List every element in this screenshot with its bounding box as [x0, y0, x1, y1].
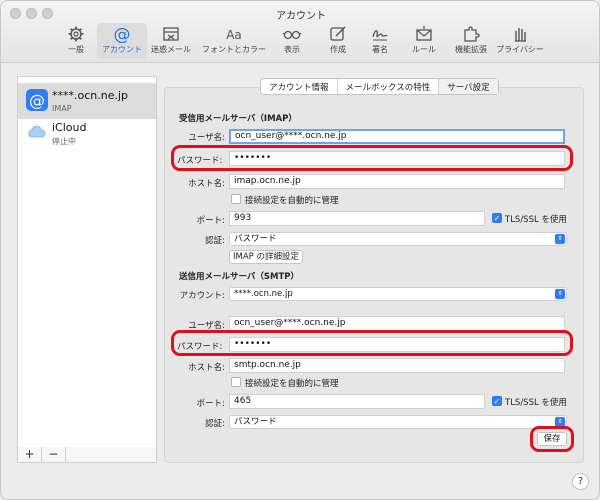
account-list-controls: + −: [17, 447, 157, 463]
outgoing-auth-select[interactable]: パスワード ⇕: [229, 415, 567, 429]
outgoing-port-label: ポート:: [196, 399, 225, 409]
incoming-auto-manage-checkbox[interactable]: [231, 194, 241, 204]
toolbar-signatures[interactable]: 署名: [365, 23, 395, 59]
outgoing-section-title: 送信用メールサーバ（SMTP）: [179, 272, 300, 282]
preferences-window: アカウント 一般 @ アカウント 迷惑メール Aa フォントとカラー 表示 作成…: [0, 0, 600, 500]
toolbar-label: フォントとカラー: [202, 45, 266, 54]
svg-text:Aa: Aa: [226, 28, 242, 42]
rules-icon: [416, 26, 432, 41]
toolbar-label: アカウント: [102, 45, 142, 54]
outgoing-auth-label: 認証:: [205, 419, 225, 429]
toolbar-composing[interactable]: 作成: [323, 23, 353, 59]
titlebar: アカウント 一般 @ アカウント 迷惑メール Aa フォントとカラー 表示 作成…: [1, 1, 599, 63]
incoming-port-label: ポート:: [196, 216, 225, 226]
cloud-icon: [26, 121, 48, 143]
toolbar-label: 機能拡張: [455, 45, 487, 54]
settings-tabs: アカウント情報 メールボックスの特性 サーバ設定: [260, 78, 499, 95]
imap-advanced-button[interactable]: IMAP の詳細設定: [229, 250, 303, 264]
incoming-section-title: 受信用メールサーバ（IMAP）: [179, 114, 297, 124]
at-sign-icon: @: [114, 25, 131, 43]
toolbar-privacy[interactable]: プライバシー: [495, 23, 545, 59]
incoming-host-field[interactable]: imap.ocn.ne.jp: [229, 174, 565, 189]
junk-mail-icon: [163, 27, 179, 41]
outgoing-password-highlight: [171, 330, 573, 356]
incoming-auth-value: パスワード: [234, 234, 277, 244]
toolbar-fonts-colors[interactable]: Aa フォントとカラー: [199, 23, 269, 59]
toolbar-label: プライバシー: [496, 45, 544, 54]
add-account-button[interactable]: +: [18, 447, 42, 462]
outgoing-account-value: ****.ocn.ne.jp: [234, 289, 293, 299]
account-item-ocn[interactable]: @ ****.ocn.ne.jp IMAP: [18, 83, 156, 119]
toolbar-viewing[interactable]: 表示: [277, 23, 307, 59]
incoming-auth-select[interactable]: パスワード ⇕: [229, 232, 567, 246]
toolbar-label: 作成: [330, 45, 346, 54]
account-name: ****.ocn.ne.jp: [52, 89, 129, 102]
toolbar-general[interactable]: 一般: [61, 23, 91, 59]
outgoing-auth-value: パスワード: [234, 417, 277, 427]
tab-account-info[interactable]: アカウント情報: [261, 79, 338, 94]
incoming-auto-manage-label: 接続設定を自動的に管理: [245, 196, 339, 206]
toolbar-label: 一般: [68, 45, 84, 54]
incoming-port-field[interactable]: 993: [229, 211, 485, 226]
toolbar-label: ルール: [412, 45, 436, 54]
svg-text:@: @: [114, 25, 131, 43]
extensions-icon: [464, 26, 480, 42]
toolbar-label: 表示: [284, 45, 300, 54]
window-title: アカウント: [276, 11, 326, 22]
chevron-updown-icon: ⇕: [555, 289, 565, 299]
toolbar-label: 迷惑メール: [151, 45, 191, 54]
tab-server-settings[interactable]: サーバ設定: [439, 79, 498, 94]
gear-icon: [68, 26, 84, 42]
toolbar-accounts[interactable]: @ アカウント: [97, 23, 147, 59]
outgoing-tls-checkbox[interactable]: ✓: [492, 396, 502, 406]
outgoing-account-select[interactable]: ****.ocn.ne.jp ⇕: [229, 287, 567, 301]
outgoing-host-label: ホスト名:: [188, 363, 225, 373]
toolbar-extensions[interactable]: 機能拡張: [451, 23, 491, 59]
account-type: IMAP: [52, 104, 72, 113]
account-status: 停止中: [52, 137, 76, 146]
font-icon: Aa: [226, 28, 242, 42]
toolbar-label: 署名: [372, 45, 388, 54]
outgoing-auto-manage-label: 接続設定を自動的に管理: [245, 379, 339, 389]
help-button[interactable]: ?: [572, 473, 589, 490]
at-sign-icon: @: [26, 89, 48, 111]
outgoing-port-field[interactable]: 465: [229, 394, 485, 409]
incoming-auth-label: 認証:: [205, 236, 225, 246]
toolbar-junk-mail[interactable]: 迷惑メール: [149, 23, 193, 59]
glasses-icon: [282, 30, 302, 40]
outgoing-host-field[interactable]: smtp.ocn.ne.jp: [229, 358, 565, 373]
toolbar-rules[interactable]: ルール: [409, 23, 439, 59]
chevron-updown-icon: ⇕: [555, 234, 565, 244]
remove-account-button[interactable]: −: [42, 447, 66, 462]
privacy-hand-icon: [515, 28, 526, 42]
compose-icon: [330, 26, 346, 41]
outgoing-tls-label: TLS/SSL を使用: [505, 398, 567, 408]
svg-text:@: @: [29, 91, 45, 110]
incoming-password-highlight: [171, 145, 573, 171]
outgoing-account-label: アカウント:: [179, 291, 225, 301]
outgoing-auto-manage-checkbox[interactable]: [231, 377, 241, 387]
signature-icon: [372, 30, 388, 41]
tab-mailbox-behaviors[interactable]: メールボックスの特性: [338, 79, 440, 94]
incoming-tls-checkbox[interactable]: ✓: [492, 213, 502, 223]
incoming-username-label: ユーザ名:: [188, 133, 225, 143]
outgoing-username-field[interactable]: ocn_user@****.ocn.ne.jp: [229, 316, 565, 331]
incoming-tls-label: TLS/SSL を使用: [505, 215, 567, 225]
incoming-host-label: ホスト名:: [188, 179, 225, 189]
incoming-username-field[interactable]: ocn_user@****.ocn.ne.jp: [229, 129, 565, 144]
save-button-highlight: [530, 426, 574, 452]
account-name: iCloud: [52, 121, 87, 134]
